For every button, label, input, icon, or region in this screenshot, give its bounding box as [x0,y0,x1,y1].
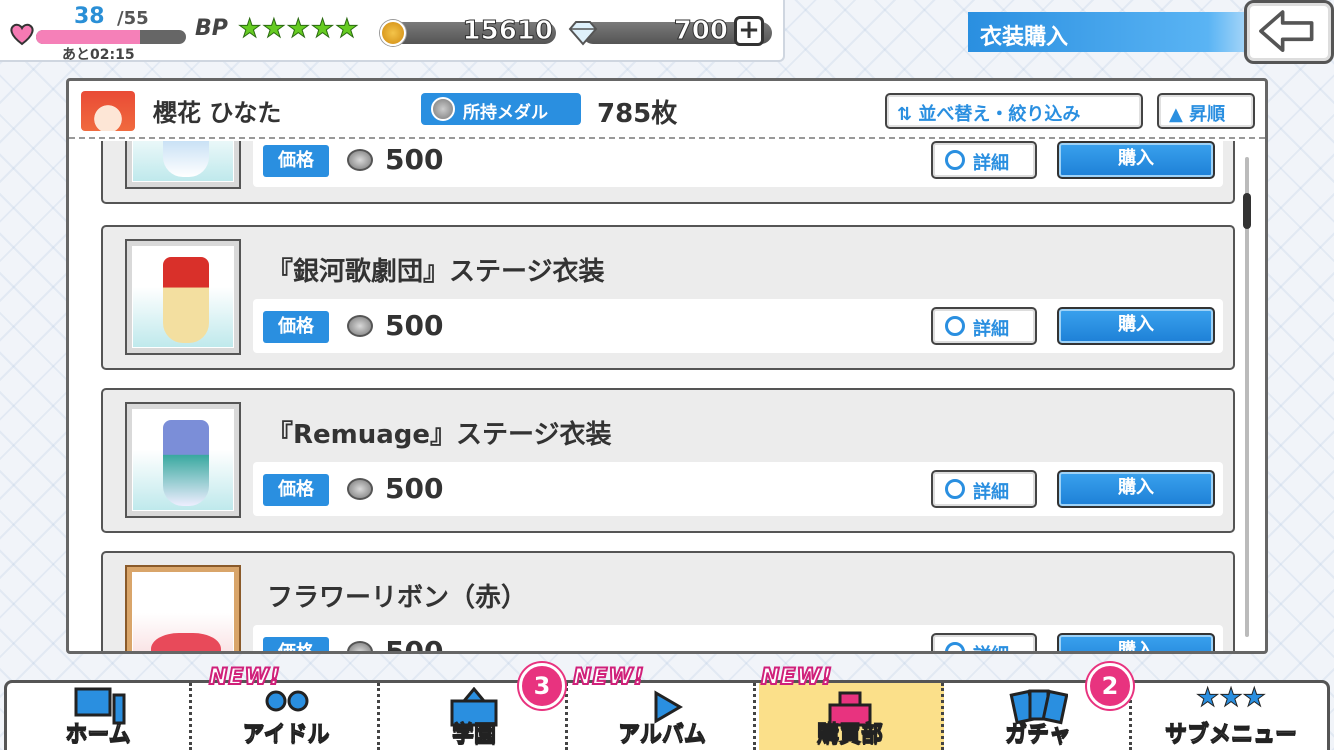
gold-coin-icon [380,20,406,46]
nav-school-label: 学園 [451,722,496,748]
owned-medal-badge: 所持メダル [421,93,581,125]
owned-medal-count: 785枚 [597,99,678,129]
new-tag: NEW! [760,664,833,691]
ascending-order-button[interactable]: ▲ 昇順 [1157,93,1255,129]
buy-button[interactable]: 購入 [1057,141,1215,179]
detail-label: 詳細 [973,153,1009,174]
price-tag: 価格 [263,145,329,177]
detail-label: 詳細 [973,482,1009,503]
magnifier-icon [945,479,965,499]
detail-label: 詳細 [973,645,1009,651]
item-name: 『銀河歌劇団』ステージ衣装 [267,257,605,287]
medal-icon [431,97,455,121]
price-value: 500 [385,635,443,651]
nav-album-label: アルバム [618,722,707,748]
nav-shop[interactable]: NEW! 購買部 [759,664,944,750]
lp-max: /55 [117,8,149,29]
page-title: 衣装購入 [968,12,1268,52]
detail-button[interactable]: 詳細 [931,470,1037,508]
price-tag: 価格 [263,311,329,343]
magnifier-icon [945,316,965,336]
nav-idol[interactable]: NEW! アイドル [195,664,380,750]
price-tag: 価格 [263,637,329,651]
list-item: 価格 500 詳細 購入 [101,141,1235,204]
item-thumbnail[interactable] [125,402,241,518]
magnifier-icon [945,642,965,651]
medal-icon [347,315,373,337]
gem-value: 700 [673,16,728,47]
scrollbar-thumb[interactable] [1243,193,1251,229]
panel-header: 櫻花 ひなた 所持メダル 785枚 ⇅ 並べ替え・絞り込み ▲ 昇順 [69,81,1265,139]
buy-button[interactable]: 購入 [1057,307,1215,345]
gold-value: 15610 [462,16,553,47]
detail-button[interactable]: 詳細 [931,633,1037,651]
buy-button[interactable]: 購入 [1057,633,1215,651]
nav-school[interactable]: 3 学園 [383,663,568,750]
back-arrow-icon [1259,10,1314,52]
price-row: 価格 500 詳細 購入 [253,141,1223,187]
bottom-navigation: ホーム NEW! アイドル 3 学園 NEW! アルバム NEW! 購買部 2 … [4,663,1330,750]
nav-home[interactable]: ホーム [7,683,192,750]
price-tag: 価格 [263,474,329,506]
diamond-icon [568,21,598,46]
item-thumbnail[interactable] [125,239,241,355]
nav-album[interactable]: NEW! アルバム [571,664,756,750]
list-scrollbar[interactable] [1245,157,1249,637]
nav-submenu[interactable]: ★★★ サブメニュー [1135,683,1327,750]
lp-current: 38 [74,4,105,29]
price-value: 500 [385,143,444,176]
sort-arrows-icon: ⇅ [897,104,913,125]
medal-icon [347,149,373,171]
medal-icon [347,641,373,651]
costume-shop-panel: 櫻花 ひなた 所持メダル 785枚 ⇅ 並べ替え・絞り込み ▲ 昇順 価格 50… [66,78,1268,654]
nav-shop-label: 購買部 [816,722,883,748]
item-thumbnail[interactable] [125,565,241,651]
back-button[interactable] [1244,0,1334,64]
detail-label: 詳細 [973,319,1009,340]
item-name: 『Remuage』ステージ衣装 [267,420,612,450]
bp-stars: ★★★★★ [238,14,360,45]
buy-button[interactable]: 購入 [1057,470,1215,508]
price-row: 価格 500 詳細 購入 [253,462,1223,516]
list-item: フラワーリボン（赤） 価格 500 詳細 購入 [101,551,1235,651]
magnifier-icon [945,150,965,170]
status-bar: 38 /55 あと02:15 BP ★★★★★ 15610 700 + [0,0,785,63]
character-name: 櫻花 ひなた [153,99,282,127]
add-gems-button[interactable]: + [734,16,764,46]
character-avatar [81,91,135,131]
item-thumbnail[interactable] [125,141,241,189]
price-value: 500 [385,309,444,342]
lp-timer: あと02:15 [62,47,135,63]
detail-button[interactable]: 詳細 [931,307,1037,345]
lp-bar-fill [36,30,140,44]
new-tag: NEW! [572,664,645,691]
sort-filter-button[interactable]: ⇅ 並べ替え・絞り込み [885,93,1143,129]
lp-bar [36,30,186,44]
price-row: 価格 500 詳細 購入 [253,299,1223,353]
nav-gacha-label: ガチャ [1005,722,1072,748]
price-row: 価格 500 詳細 購入 [253,625,1223,651]
new-tag: NEW! [208,664,281,691]
medal-icon [347,478,373,500]
heart-icon [10,23,34,46]
owned-medal-label: 所持メダル [463,103,548,123]
list-item: 『銀河歌劇団』ステージ衣装 価格 500 詳細 購入 [101,225,1235,370]
notification-badge: 3 [519,663,565,709]
price-value: 500 [385,472,444,505]
list-item: 『Remuage』ステージ衣装 価格 500 詳細 購入 [101,388,1235,533]
item-list[interactable]: 価格 500 詳細 購入 『銀河歌劇団』ステージ衣装 価格 500 詳細 購入 … [69,141,1265,651]
sort-filter-label: 並べ替え・絞り込み [918,104,1081,125]
nav-home-label: ホーム [65,722,131,748]
notification-badge: 2 [1087,663,1133,709]
bp-label: BP [195,16,228,41]
detail-button[interactable]: 詳細 [931,141,1037,179]
nav-submenu-label: サブメニュー [1164,722,1297,748]
item-name: フラワーリボン（赤） [267,583,528,613]
nav-idol-label: アイドル [242,722,330,748]
nav-gacha[interactable]: 2 ガチャ [947,663,1133,750]
